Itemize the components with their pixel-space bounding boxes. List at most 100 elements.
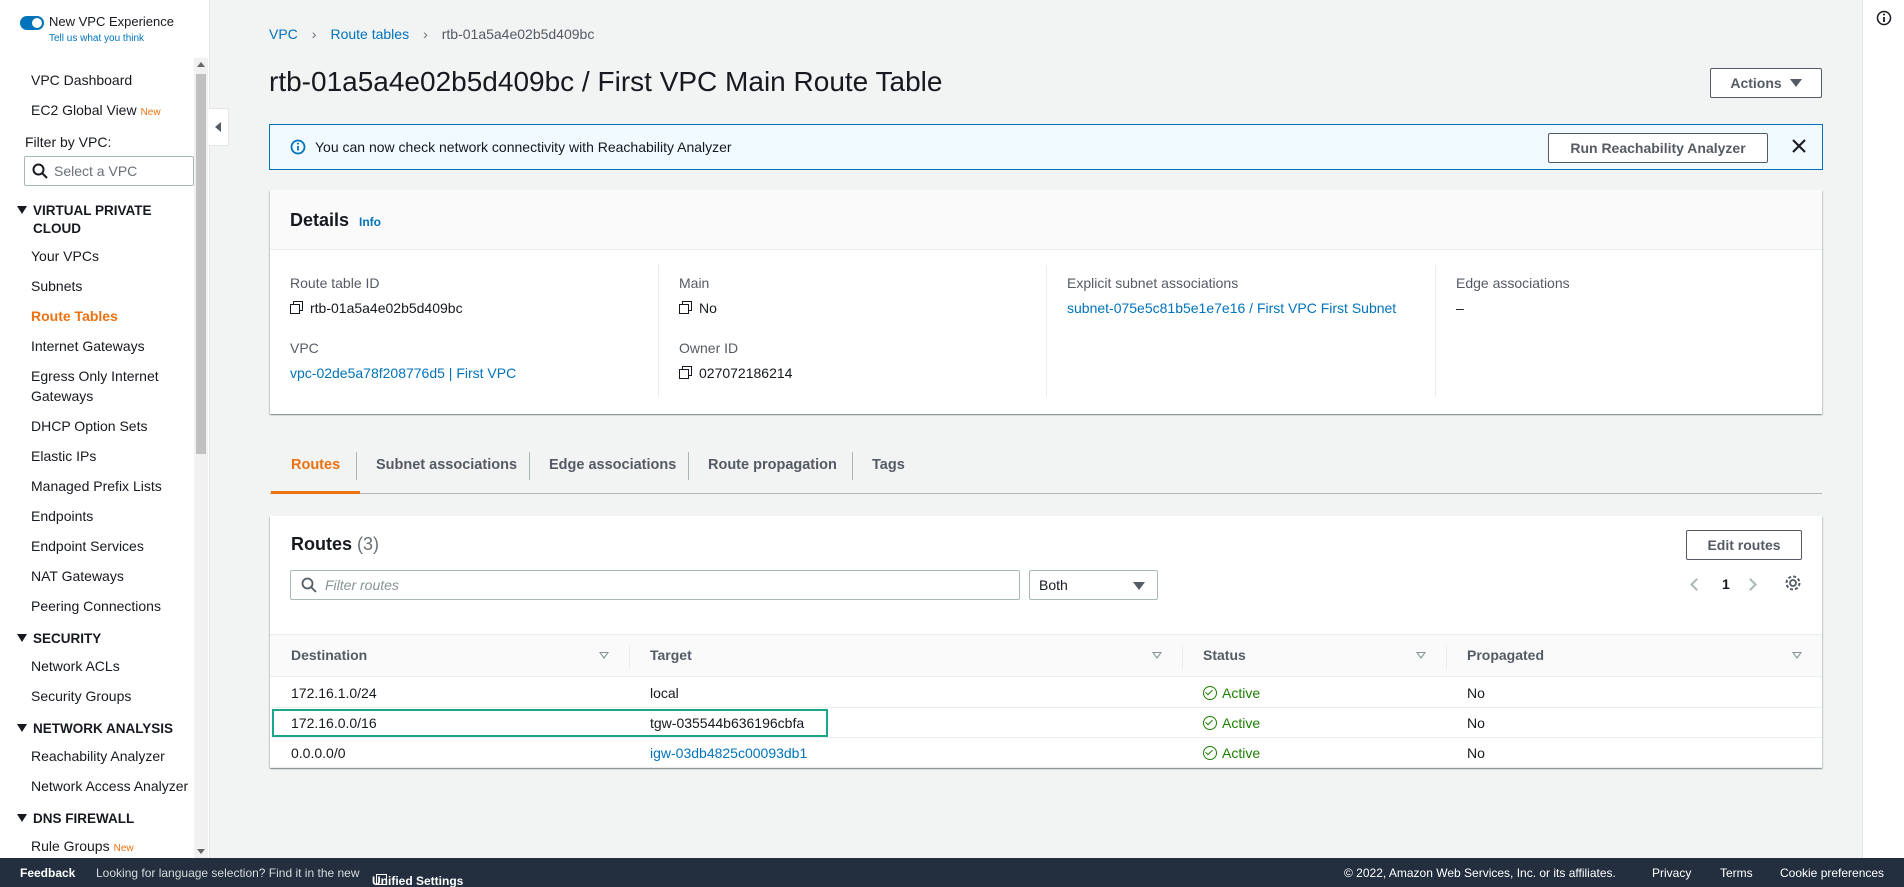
cell-target-link[interactable]: igw-03db4825c00093db1 [650, 745, 807, 761]
collapse-sidebar-button[interactable] [209, 108, 229, 146]
details-col-4: Edge associations – [1436, 265, 1822, 397]
info-icon [290, 139, 306, 155]
scroll-up-icon[interactable] [197, 62, 205, 67]
sidebar-item-security-groups[interactable]: Security Groups [31, 686, 191, 706]
caret-down-icon [17, 814, 27, 822]
sidebar-item-subnets[interactable]: Subnets [31, 276, 191, 296]
column-divider[interactable] [1446, 645, 1447, 669]
edge-associations-value: – [1456, 300, 1464, 316]
sidebar-item-peering-connections[interactable]: Peering Connections [31, 596, 191, 616]
sidebar-item-endpoint-services[interactable]: Endpoint Services [31, 536, 191, 556]
sidebar-scrollbar[interactable] [194, 58, 208, 858]
cell-destination: 172.16.1.0/24 [291, 685, 377, 701]
close-icon[interactable] [1790, 137, 1808, 155]
sort-icon[interactable] [599, 652, 609, 659]
breadcrumb-route-tables[interactable]: Route tables [330, 26, 409, 42]
sidebar-item-internet-gateways[interactable]: Internet Gateways [31, 336, 191, 356]
sort-icon[interactable] [1152, 652, 1162, 659]
column-divider[interactable] [1182, 645, 1183, 669]
sidebar-item-rule-groups[interactable]: Rule Groups New [31, 836, 191, 856]
sidebar-item-nat-gateways[interactable]: NAT Gateways [31, 566, 191, 586]
section-title: NETWORK ANALYSIS [33, 721, 174, 736]
language-notice: Looking for language selection? Find it … [96, 866, 360, 880]
tab-subnet-associations[interactable]: Subnet associations [356, 446, 537, 494]
copy-icon[interactable] [679, 366, 692, 379]
table-row: 0.0.0.0/0 igw-03db4825c00093db1 Active N… [270, 738, 1822, 768]
cell-status: Active [1203, 715, 1260, 731]
sort-icon[interactable] [1792, 652, 1802, 659]
column-status[interactable]: Status [1203, 647, 1246, 663]
footer: Feedback Looking for language selection?… [0, 858, 1904, 887]
chevron-left-icon[interactable] [1690, 578, 1703, 591]
info-link[interactable]: Info [359, 215, 381, 229]
toggle-switch[interactable] [20, 16, 44, 30]
tab-edge-associations[interactable]: Edge associations [529, 446, 696, 494]
sidebar-item-vpc-dashboard[interactable]: VPC Dashboard [31, 70, 191, 90]
feedback-link[interactable]: Feedback [20, 866, 75, 880]
column-divider[interactable] [629, 645, 630, 669]
tab-route-propagation[interactable]: Route propagation [688, 446, 857, 494]
details-col-1: Route table ID rtb-01a5a4e02b5d409bc VPC… [270, 265, 659, 397]
vpc-filter-select[interactable]: Select a VPC [24, 156, 194, 186]
chevron-right-icon[interactable] [1744, 578, 1757, 591]
actions-button[interactable]: Actions [1710, 68, 1822, 98]
sidebar-item-managed-prefix-lists[interactable]: Managed Prefix Lists [31, 476, 191, 496]
tab-routes[interactable]: Routes [271, 446, 361, 494]
sidebar-item-your-vpcs[interactable]: Your VPCs [31, 246, 191, 266]
scroll-thumb[interactable] [196, 74, 206, 454]
caret-down-icon [1789, 79, 1802, 87]
routes-title: Routes (3) [291, 534, 379, 555]
section-security[interactable]: SECURITY [17, 630, 187, 648]
privacy-link[interactable]: Privacy [1652, 866, 1691, 880]
scroll-down-icon[interactable] [197, 849, 205, 854]
info-icon[interactable] [1876, 10, 1892, 26]
actions-label: Actions [1730, 75, 1782, 91]
sidebar-item-network-access-analyzer[interactable]: Network Access Analyzer [31, 776, 191, 796]
explicit-subnet-link[interactable]: subnet-075e5c81b5e1e7e16 / First VPC Fir… [1067, 300, 1396, 316]
section-dns-firewall[interactable]: DNS FIREWALL [17, 810, 187, 828]
main-text: No [699, 300, 717, 316]
copy-icon[interactable] [679, 301, 692, 314]
caret-down-icon [1133, 582, 1145, 590]
tab-tags[interactable]: Tags [852, 446, 925, 494]
check-circle-icon [1203, 686, 1217, 700]
details-col-3: Explicit subnet associations subnet-075e… [1047, 265, 1436, 397]
sidebar-item-endpoints[interactable]: Endpoints [31, 506, 191, 526]
sidebar-item-elastic-ips[interactable]: Elastic IPs [31, 446, 191, 466]
sidebar-item-network-acls[interactable]: Network ACLs [31, 656, 191, 676]
chevron-right-icon: › [311, 26, 317, 42]
vpc-link[interactable]: vpc-02de5a78f208776d5 | First VPC [290, 365, 516, 381]
main-value: No [679, 300, 717, 316]
column-destination[interactable]: Destination [291, 647, 367, 663]
feedback-link[interactable]: Tell us what you think [49, 33, 144, 44]
edit-routes-button[interactable]: Edit routes [1686, 530, 1802, 560]
run-reachability-analyzer-button[interactable]: Run Reachability Analyzer [1548, 133, 1768, 163]
explicit-subnet-associations-label: Explicit subnet associations [1067, 275, 1239, 291]
sidebar-item-dhcp-option-sets[interactable]: DHCP Option Sets [31, 416, 191, 436]
cell-propagated: No [1467, 745, 1485, 761]
section-network-analysis[interactable]: NETWORK ANALYSIS [17, 720, 187, 738]
column-target[interactable]: Target [650, 647, 692, 663]
sidebar-item-egress-only-internet-gateways[interactable]: Egress Only Internet Gateways [31, 366, 171, 406]
copy-icon[interactable] [290, 301, 303, 314]
new-badge: New [140, 107, 161, 118]
gear-icon[interactable] [1784, 574, 1802, 592]
owner-id-value: 027072186214 [679, 365, 792, 381]
sidebar-item-route-tables[interactable]: Route Tables [31, 306, 191, 326]
route-type-value: Both [1039, 577, 1068, 593]
sort-icon[interactable] [1416, 652, 1426, 659]
status-text: Active [1222, 685, 1261, 701]
section-virtual-private-cloud[interactable]: VIRTUAL PRIVATE CLOUD [17, 202, 187, 238]
page-number[interactable]: 1 [1722, 576, 1730, 592]
breadcrumb-vpc[interactable]: VPC [269, 26, 298, 42]
sidebar-item-ec2-global-view[interactable]: EC2 Global View New [31, 100, 191, 123]
filter-routes-input[interactable]: Filter routes [290, 570, 1020, 600]
cookie-preferences-link[interactable]: Cookie preferences [1780, 866, 1884, 880]
route-type-select[interactable]: Both [1029, 570, 1158, 600]
column-propagated[interactable]: Propagated [1467, 647, 1544, 663]
terms-link[interactable]: Terms [1720, 866, 1753, 880]
sidebar-item-reachability-analyzer[interactable]: Reachability Analyzer [31, 746, 191, 766]
sidebar: New VPC Experience Tell us what you thin… [0, 0, 210, 858]
routes-count: (3) [357, 534, 380, 554]
tabs: Routes Subnet associations Edge associat… [270, 446, 1822, 494]
